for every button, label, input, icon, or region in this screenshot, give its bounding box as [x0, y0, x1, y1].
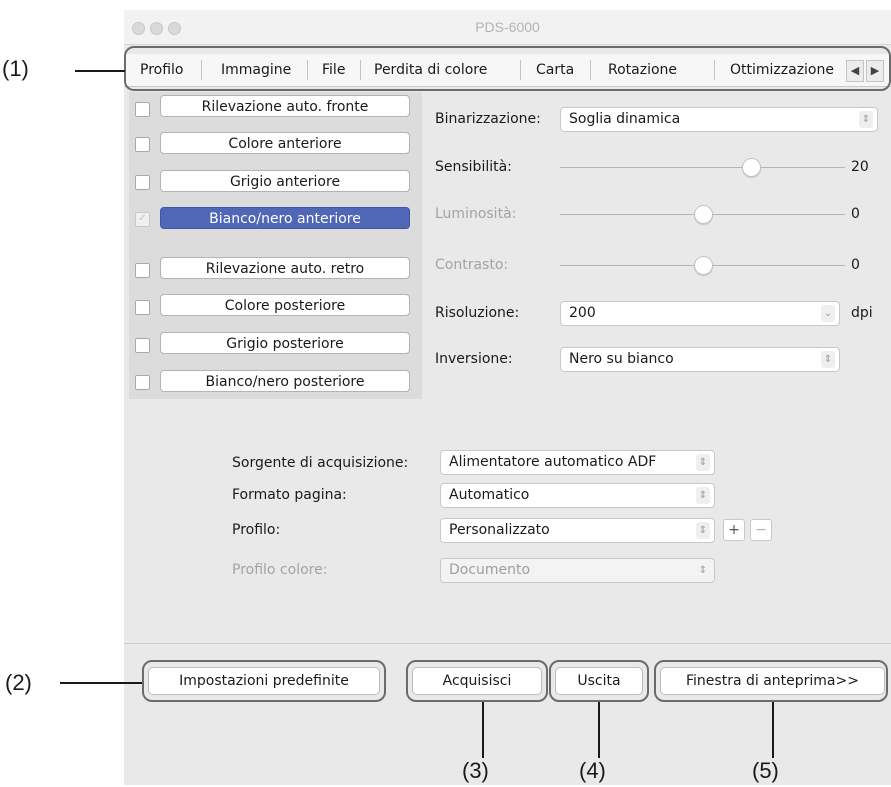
mode-grigio-anteriore[interactable]: Grigio anteriore — [160, 170, 410, 192]
binarizzazione-value: Soglia dinamica — [569, 111, 681, 127]
checkbox-bianco-nero-posteriore[interactable] — [135, 375, 150, 390]
updown-arrows-icon: ⇕ — [859, 111, 873, 128]
profilo-colore-value: Documento — [449, 562, 531, 578]
updown-arrows-icon: ⇕ — [696, 487, 710, 504]
contrasto-value: 0 — [851, 257, 860, 273]
updown-arrows-icon: ⇕ — [696, 522, 710, 539]
luminosita-slider-knob[interactable] — [694, 205, 713, 224]
checkbox-colore-posteriore[interactable] — [135, 300, 150, 315]
mode-colore-anteriore[interactable]: Colore anteriore — [160, 132, 410, 154]
sensibilita-slider-track[interactable] — [560, 167, 845, 168]
inversione-value: Nero su bianco — [569, 351, 674, 367]
sorgente-label: Sorgente di acquisizione: — [232, 455, 409, 471]
window-title: PDS-6000 — [475, 19, 540, 35]
profilo-colore-select[interactable]: Documento ⇕ — [440, 558, 715, 583]
sensibilita-value: 20 — [851, 159, 869, 175]
mode-bianco-nero-posteriore[interactable]: Bianco/nero posteriore — [160, 370, 410, 392]
updown-arrows-icon: ⇕ — [696, 454, 710, 471]
mode-grigio-posteriore[interactable]: Grigio posteriore — [160, 332, 410, 354]
formato-value: Automatico — [449, 487, 530, 503]
profilo-value: Personalizzato — [449, 522, 550, 538]
callout-5: (5) — [752, 758, 779, 783]
binarizzazione-select[interactable]: Soglia dinamica ⇕ — [560, 107, 878, 132]
callout-5-leader — [772, 702, 774, 758]
callout-outline-preview — [654, 660, 888, 702]
mode-rilevazione-retro[interactable]: Rilevazione auto. retro — [160, 257, 410, 279]
callout-3: (3) — [462, 758, 489, 783]
profilo-label: Profilo: — [232, 522, 281, 538]
inversione-label: Inversione: — [435, 351, 513, 367]
formato-label: Formato pagina: — [232, 487, 347, 503]
mode-rilevazione-fronte[interactable]: Rilevazione auto. fronte — [160, 95, 410, 117]
callout-1: (1) — [2, 56, 29, 81]
chevron-down-icon: ⌄ — [821, 305, 835, 322]
callout-outline-defaults — [142, 660, 386, 702]
contrasto-slider-knob[interactable] — [694, 256, 713, 275]
contrasto-label: Contrasto: — [435, 257, 509, 273]
risoluzione-value: 200 — [569, 305, 596, 321]
sensibilita-label: Sensibilità: — [435, 159, 512, 175]
sorgente-value: Alimentatore automatico ADF — [449, 454, 657, 470]
callout-3-leader — [482, 702, 484, 758]
risoluzione-select[interactable]: 200 ⌄ — [560, 301, 840, 326]
title-bar: PDS-6000 — [124, 10, 891, 45]
checkmark-icon[interactable]: ✓ — [135, 212, 150, 227]
luminosita-label: Luminosità: — [435, 206, 517, 222]
risoluzione-label: Risoluzione: — [435, 305, 520, 321]
checkbox-grigio-anteriore[interactable] — [135, 175, 150, 190]
sorgente-select[interactable]: Alimentatore automatico ADF ⇕ — [440, 450, 715, 475]
binarizzazione-label: Binarizzazione: — [435, 111, 541, 127]
checkbox-colore-anteriore[interactable] — [135, 137, 150, 152]
bottom-divider — [124, 643, 891, 644]
profilo-select[interactable]: Personalizzato ⇕ — [440, 518, 715, 543]
mode-bianco-nero-anteriore[interactable]: Bianco/nero anteriore — [160, 207, 410, 229]
checkbox-rilevazione-retro[interactable] — [135, 263, 150, 278]
updown-arrows-icon: ⇕ — [821, 351, 835, 368]
inversione-select[interactable]: Nero su bianco ⇕ — [560, 347, 840, 372]
checkbox-grigio-posteriore[interactable] — [135, 338, 150, 353]
mode-colore-posteriore[interactable]: Colore posteriore — [160, 294, 410, 316]
callout-4-leader — [598, 702, 600, 758]
updown-arrows-icon: ⇕ — [698, 565, 708, 576]
formato-select[interactable]: Automatico ⇕ — [440, 483, 715, 508]
luminosita-value: 0 — [851, 206, 860, 222]
callout-2-leader — [60, 682, 142, 684]
callout-outline-exit — [549, 660, 649, 702]
checkbox-rilevazione-fronte[interactable] — [135, 102, 150, 117]
add-profile-button[interactable]: + — [723, 519, 745, 541]
callout-outline-tabs — [124, 46, 891, 91]
callout-1-leader — [75, 70, 125, 72]
callout-2: (2) — [5, 670, 32, 695]
remove-profile-button[interactable]: − — [750, 519, 772, 541]
risoluzione-unit: dpi — [851, 305, 873, 321]
callout-outline-acquire — [406, 660, 548, 702]
callout-4: (4) — [579, 758, 606, 783]
profilo-colore-label: Profilo colore: — [232, 562, 328, 578]
